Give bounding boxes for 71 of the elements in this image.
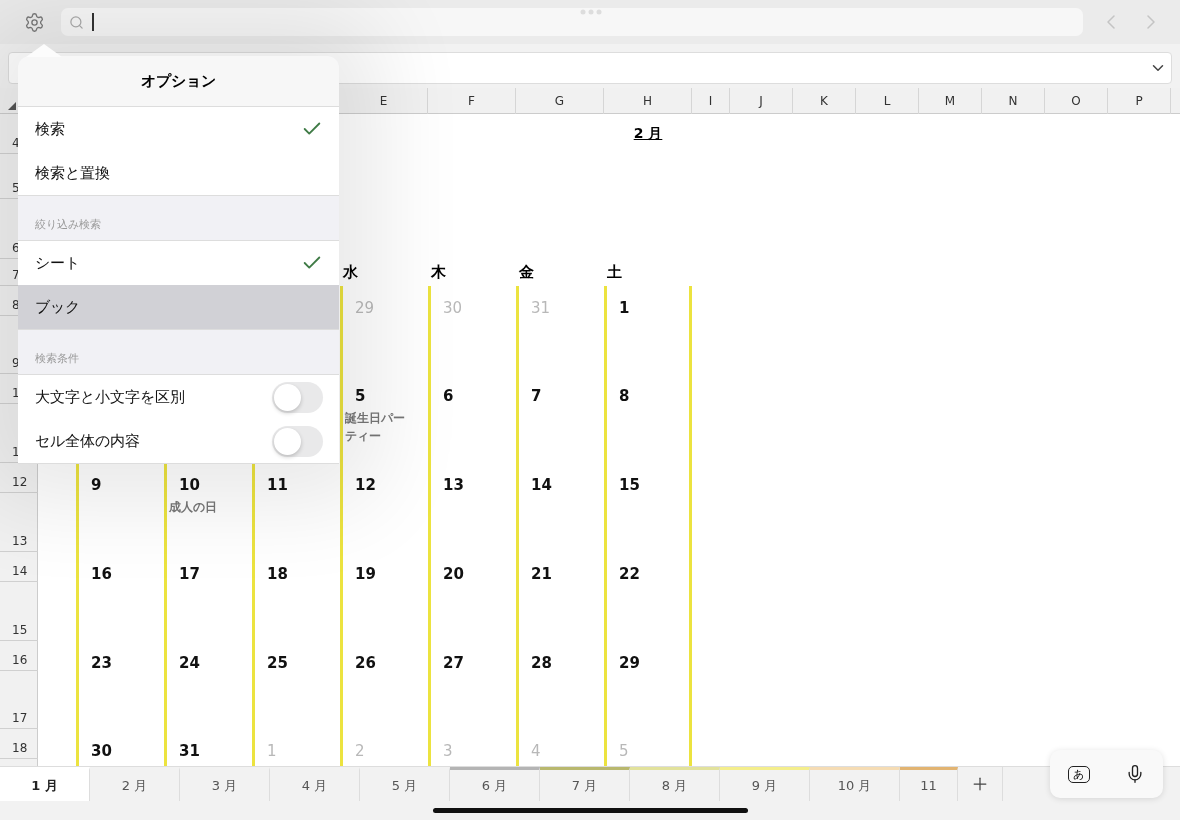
option-item[interactable]: ブック bbox=[18, 285, 339, 329]
row-header[interactable]: 17 bbox=[0, 671, 38, 729]
day-number: 7 bbox=[531, 387, 543, 405]
day-number: 22 bbox=[619, 565, 641, 583]
column-header[interactable]: P bbox=[1108, 88, 1171, 114]
day-number: 21 bbox=[531, 565, 553, 583]
row-header[interactable]: 16 bbox=[0, 641, 38, 671]
month-title: 2 月 bbox=[633, 125, 663, 143]
day-number: 5 bbox=[355, 387, 367, 405]
event-note: 成人の日 bbox=[169, 499, 218, 516]
day-number: 11 bbox=[267, 476, 289, 494]
column-header[interactable]: G bbox=[516, 88, 604, 114]
row-header[interactable]: 13 bbox=[0, 493, 38, 552]
day-number: 10 bbox=[179, 476, 201, 494]
day-number: 12 bbox=[355, 476, 377, 494]
event-note: 誕生日パーティー bbox=[345, 410, 406, 445]
day-number: 31 bbox=[179, 742, 201, 760]
row-header[interactable]: 14 bbox=[0, 552, 38, 582]
day-number: 28 bbox=[531, 654, 553, 672]
day-number: 27 bbox=[443, 654, 465, 672]
day-number: 19 bbox=[355, 565, 377, 583]
day-number: 29 bbox=[355, 299, 376, 317]
weekday-label: 金 bbox=[518, 263, 534, 282]
day-number: 9 bbox=[91, 476, 103, 494]
weekday-label: 水 bbox=[342, 263, 358, 282]
popover-title: オプション bbox=[18, 56, 339, 107]
row-header[interactable]: 15 bbox=[0, 582, 38, 641]
day-number: 13 bbox=[443, 476, 465, 494]
day-number: 8 bbox=[619, 387, 631, 405]
column-header[interactable]: H bbox=[604, 88, 692, 114]
day-number: 5 bbox=[619, 742, 630, 760]
day-number: 26 bbox=[355, 654, 377, 672]
day-number: 6 bbox=[443, 387, 455, 405]
sheet-tab[interactable]: 8 月 bbox=[630, 767, 720, 801]
column-header[interactable]: M bbox=[919, 88, 982, 114]
column-header[interactable]: J bbox=[730, 88, 793, 114]
weekday-label: 木 bbox=[430, 263, 446, 282]
day-number: 29 bbox=[619, 654, 641, 672]
weekday-label: 土 bbox=[606, 263, 622, 282]
column-header[interactable]: E bbox=[340, 88, 428, 114]
column-header[interactable]: I bbox=[692, 88, 730, 114]
day-number: 25 bbox=[267, 654, 289, 672]
sheet-tab[interactable]: 6 月 bbox=[450, 767, 540, 801]
column-header[interactable]: O bbox=[1045, 88, 1108, 114]
row-header[interactable]: 18 bbox=[0, 729, 38, 759]
sheet-tab[interactable]: 11 bbox=[900, 767, 958, 801]
day-number: 17 bbox=[179, 565, 201, 583]
sheet-tab[interactable]: 7 月 bbox=[540, 767, 630, 801]
sheet-tab[interactable]: 9 月 bbox=[720, 767, 810, 801]
day-number: 23 bbox=[91, 654, 113, 672]
day-number: 1 bbox=[619, 299, 631, 317]
day-number: 31 bbox=[531, 299, 552, 317]
day-number: 20 bbox=[443, 565, 465, 583]
day-number: 18 bbox=[267, 565, 289, 583]
day-number: 30 bbox=[443, 299, 464, 317]
day-number: 14 bbox=[531, 476, 553, 494]
input-mode-key[interactable]: あ bbox=[1067, 765, 1090, 783]
day-number: 3 bbox=[443, 742, 454, 760]
column-header[interactable]: K bbox=[793, 88, 856, 114]
day-number: 4 bbox=[531, 742, 542, 760]
sheet-tab[interactable]: 1 月 bbox=[0, 767, 90, 801]
day-number: 16 bbox=[91, 565, 113, 583]
day-number: 15 bbox=[619, 476, 641, 494]
column-header[interactable]: L bbox=[856, 88, 919, 114]
day-number: 30 bbox=[91, 742, 113, 760]
sheet-tab[interactable]: 10 月 bbox=[810, 767, 900, 801]
column-header[interactable]: N bbox=[982, 88, 1045, 114]
day-number: 2 bbox=[355, 742, 366, 760]
column-header[interactable]: F bbox=[428, 88, 516, 114]
day-number: 24 bbox=[179, 654, 201, 672]
day-number: 1 bbox=[267, 742, 278, 760]
